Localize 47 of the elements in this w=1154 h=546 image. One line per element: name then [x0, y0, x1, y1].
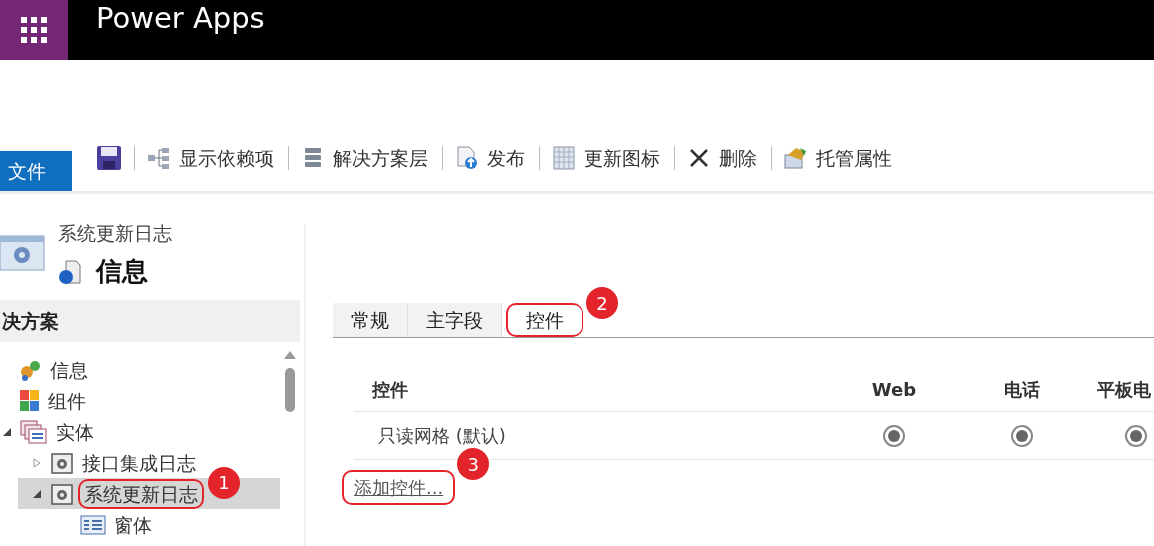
components-icon [20, 389, 40, 412]
ribbon-button[interactable]: 删除 [687, 143, 759, 173]
column-header: 平板电 [1096, 378, 1152, 402]
grid-icon [552, 146, 576, 170]
tree-item[interactable]: 窗体 [110, 511, 156, 538]
gear-document-icon [50, 481, 74, 506]
publish-icon [455, 146, 479, 170]
ribbon-button[interactable]: 发布 [455, 143, 527, 173]
ribbon-button[interactable]: 托管属性 [784, 143, 894, 173]
scrollbar[interactable] [284, 350, 296, 412]
entities-icon [20, 419, 48, 444]
ribbon-button[interactable]: 更新图标 [552, 143, 662, 173]
tab[interactable]: 主字段 [408, 303, 502, 337]
puzzle-icon [20, 358, 42, 381]
callout-badge: 3 [457, 448, 490, 480]
collapse-arrow-icon[interactable] [2, 426, 12, 437]
sidebar-heading: 决方案 [0, 300, 300, 342]
file-tab[interactable]: 文件 [0, 151, 72, 191]
app-title: Power Apps [96, 0, 265, 38]
entity-gear-icon [0, 234, 46, 274]
gear-document-icon [50, 450, 74, 475]
page-title: 信息 [96, 255, 148, 288]
tab[interactable]: 常规 [333, 303, 408, 337]
tree-item[interactable]: 信息 [46, 356, 92, 383]
callout-badge: 1 [208, 466, 240, 499]
column-header: 控件 [371, 378, 409, 402]
radio-button[interactable] [883, 424, 905, 447]
form-icon [80, 514, 106, 535]
tree-item[interactable]: 实体 [52, 418, 98, 445]
tree-item[interactable]: 组件 [44, 387, 90, 414]
scroll-up-icon[interactable] [284, 350, 296, 360]
column-header: 电话 [1002, 378, 1041, 402]
dependencies-icon [147, 146, 171, 170]
radio-button[interactable] [1010, 424, 1033, 447]
collapse-arrow-icon[interactable] [32, 488, 42, 499]
app-launcher-button[interactable] [0, 0, 68, 60]
table-cell-text: 只读网格 (默认) [377, 424, 507, 448]
save-icon[interactable] [96, 145, 122, 171]
info-document-icon [58, 258, 82, 285]
column-header: Web [870, 378, 918, 402]
ribbon-button[interactable]: 显示依赖项 [147, 143, 276, 173]
properties-icon [784, 146, 808, 170]
waffle-icon [21, 17, 47, 43]
radio-button[interactable] [1125, 424, 1147, 447]
callout-badge: 2 [586, 287, 618, 319]
entity-name: 系统更新日志 [58, 221, 172, 246]
ribbon-button[interactable]: 解决方案层 [301, 143, 430, 173]
